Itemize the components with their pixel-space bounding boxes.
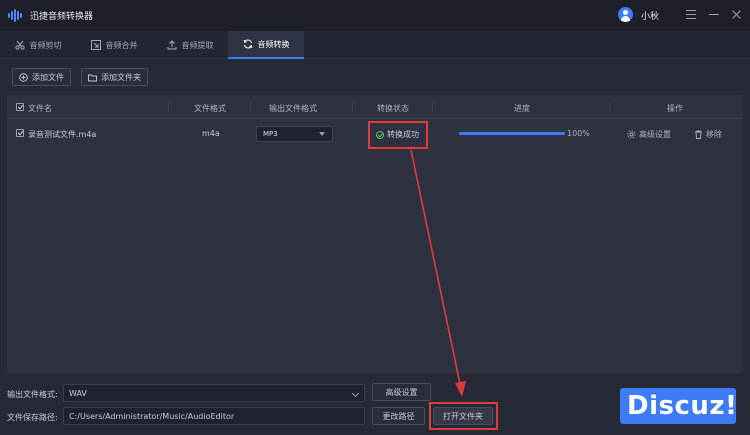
save-path-value: C:/Users/Administrator/Music/AudioEditor	[69, 412, 235, 421]
change-path-button[interactable]: 更改路径	[372, 407, 425, 425]
header-actions: 操作	[667, 104, 683, 113]
chevron-down-icon	[351, 389, 360, 398]
file-name: 录音测试文件.m4a	[28, 130, 97, 139]
close-icon[interactable]	[730, 8, 743, 21]
progress-bar-fill	[459, 132, 565, 135]
header-divider	[352, 102, 353, 112]
header-divider	[250, 102, 251, 112]
tab-bar: 音频剪切 音频合并 音频提取 音频转换	[0, 31, 750, 59]
header-divider	[609, 102, 610, 112]
app-title: 迅捷音频转换器	[30, 12, 94, 22]
output-format-label: 输出文件格式:	[7, 390, 58, 399]
add-file-button[interactable]: 添加文件	[12, 68, 71, 86]
tab-label: 音频提取	[181, 40, 214, 50]
progress-bar	[459, 132, 565, 135]
status-highlight-box	[368, 121, 428, 149]
add-folder-label: 添加文件夹	[101, 72, 141, 82]
dropdown-arrow-icon	[319, 132, 325, 136]
save-path-field[interactable]: C:/Users/Administrator/Music/AudioEditor	[63, 407, 365, 425]
remove-button[interactable]: 移除	[694, 129, 722, 140]
user-avatar[interactable]	[618, 7, 633, 22]
header-divider	[432, 102, 433, 112]
menu-icon[interactable]	[685, 8, 698, 21]
row-checkbox[interactable]	[16, 129, 24, 137]
tab-label: 音频剪切	[29, 40, 62, 50]
watermark: Discuz!	[627, 391, 738, 421]
title-bar: 迅捷音频转换器 小秋	[0, 0, 750, 31]
remove-label: 移除	[706, 130, 722, 139]
scissors-icon	[14, 40, 25, 50]
folder-icon	[88, 74, 97, 81]
open-folder-highlight-box	[429, 402, 498, 430]
advanced-settings-label: 高级设置	[639, 130, 671, 139]
gear-icon	[627, 130, 636, 139]
trash-icon	[695, 130, 702, 139]
output-format-select[interactable]: MP3	[256, 126, 333, 142]
tab-label: 音频转换	[257, 39, 290, 49]
progress-text: 100%	[567, 129, 590, 138]
header-status: 转换状态	[377, 104, 409, 113]
minimize-icon[interactable]	[708, 8, 721, 21]
tab-audio-cut[interactable]: 音频剪切	[0, 31, 76, 59]
file-format: m4a	[202, 129, 220, 138]
advanced-settings-button[interactable]: 高级设置	[627, 129, 671, 140]
tab-label: 音频合并	[105, 40, 138, 50]
username[interactable]: 小秋	[641, 9, 659, 22]
extract-icon	[167, 40, 176, 50]
header-divider	[168, 102, 169, 112]
header-format: 文件格式	[194, 104, 226, 113]
save-path-label: 文件保存路径:	[7, 413, 58, 422]
header-output-format: 输出文件格式	[269, 104, 317, 113]
tab-audio-extract[interactable]: 音频提取	[152, 31, 228, 59]
tab-audio-convert[interactable]: 音频转换	[228, 31, 304, 59]
output-format-dropdown-value: WAV	[69, 389, 87, 398]
header-progress: 进度	[514, 104, 530, 113]
tab-audio-merge[interactable]: 音频合并	[76, 31, 152, 59]
plus-circle-icon	[19, 72, 28, 82]
table-header: 文件名 文件格式 输出文件格式 转换状态 进度 操作	[7, 95, 743, 119]
convert-icon	[243, 39, 252, 49]
select-all-checkbox[interactable]	[16, 103, 24, 111]
output-format-value: MP3	[263, 130, 278, 138]
merge-icon	[90, 40, 101, 50]
add-folder-button[interactable]: 添加文件夹	[81, 68, 148, 86]
advanced-settings-bottom-button[interactable]: 高级设置	[372, 383, 431, 401]
add-file-label: 添加文件	[32, 72, 64, 82]
header-filename: 文件名	[28, 104, 52, 113]
output-format-dropdown[interactable]: WAV	[63, 384, 365, 402]
app-logo-icon	[8, 9, 22, 22]
